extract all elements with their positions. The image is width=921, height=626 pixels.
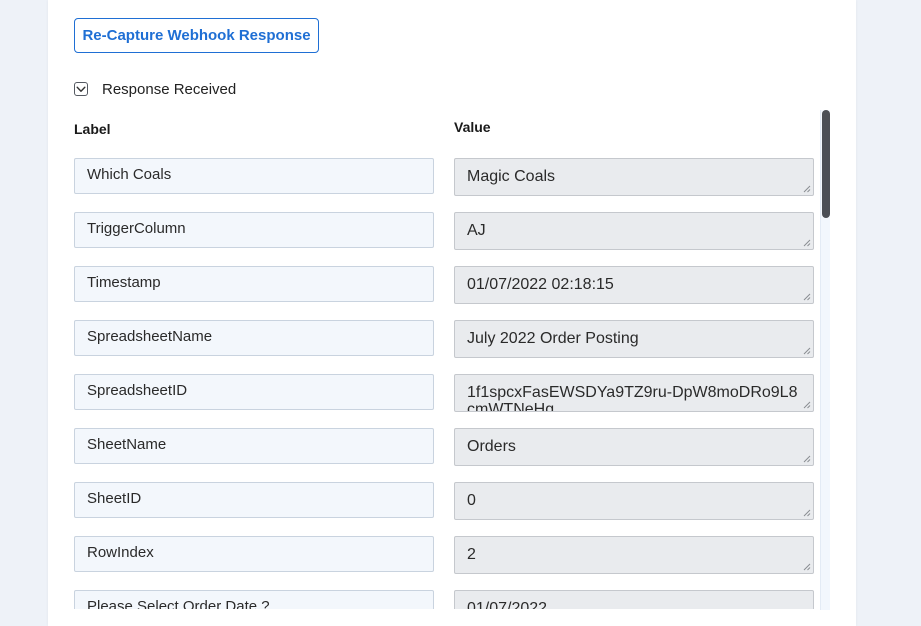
field-label-input[interactable]: SheetName: [74, 428, 434, 464]
resize-grip-icon[interactable]: [803, 293, 811, 301]
field-value-text: 01/07/2022 02:18:15: [467, 276, 614, 293]
field-value-text: July 2022 Order Posting: [467, 330, 639, 347]
response-field-row: SpreadsheetID 1f1spcxFasEWSDYa9TZ9ru-DpW…: [74, 366, 814, 412]
resize-grip-icon[interactable]: [803, 563, 811, 571]
field-value-textarea[interactable]: 01/07/2022 02:18:15: [454, 266, 814, 304]
field-value-text: AJ: [467, 222, 486, 239]
response-field-row: Which Coals Magic Coals: [74, 150, 814, 196]
field-label-input[interactable]: SpreadsheetID: [74, 374, 434, 410]
resize-grip-icon[interactable]: [803, 239, 811, 247]
field-value-text: 1f1spcxFasEWSDYa9TZ9ru-DpW8moDRo9L8cmWTN…: [467, 384, 798, 412]
field-value-text: 01/07/2022: [467, 600, 548, 609]
scrollbar-thumb[interactable]: [822, 110, 830, 218]
label-column-header: Label: [74, 121, 111, 137]
field-label-input[interactable]: SheetID: [74, 482, 434, 518]
field-label-input[interactable]: SpreadsheetName: [74, 320, 434, 356]
recapture-webhook-response-button[interactable]: Re-Capture Webhook Response: [74, 18, 319, 53]
field-value-textarea[interactable]: AJ: [454, 212, 814, 250]
field-label-input[interactable]: Timestamp: [74, 266, 434, 302]
field-label-input[interactable]: Please Select Order Date ?: [74, 590, 434, 609]
field-value-textarea[interactable]: 2: [454, 536, 814, 574]
response-field-row: SheetName Orders: [74, 420, 814, 466]
field-label-input[interactable]: TriggerColumn: [74, 212, 434, 248]
resize-grip-icon[interactable]: [803, 347, 811, 355]
response-field-row: TriggerColumn AJ: [74, 204, 814, 250]
field-value-textarea[interactable]: 01/07/2022: [454, 590, 814, 609]
field-value-textarea[interactable]: July 2022 Order Posting: [454, 320, 814, 358]
value-column-header: Value: [454, 119, 491, 135]
response-field-row: SpreadsheetName July 2022 Order Posting: [74, 312, 814, 358]
resize-grip-icon[interactable]: [803, 185, 811, 193]
response-fields-list[interactable]: Which Coals Magic Coals TriggerColumn AJ…: [74, 150, 830, 609]
webhook-response-panel: Re-Capture Webhook Response Response Rec…: [48, 0, 856, 626]
field-value-textarea[interactable]: Orders: [454, 428, 814, 466]
scrollbar-track[interactable]: [820, 110, 830, 610]
resize-grip-icon[interactable]: [803, 509, 811, 517]
field-label-input[interactable]: RowIndex: [74, 536, 434, 572]
resize-grip-icon[interactable]: [803, 401, 811, 409]
response-field-row: RowIndex 2: [74, 528, 814, 574]
response-received-toggle[interactable]: Response Received: [74, 79, 236, 99]
field-value-textarea[interactable]: 0: [454, 482, 814, 520]
field-value-text: Magic Coals: [467, 168, 556, 185]
chevron-down-icon[interactable]: [74, 82, 88, 96]
response-field-row: Timestamp 01/07/2022 02:18:15: [74, 258, 814, 304]
field-value-text: 0: [467, 492, 476, 509]
response-field-row: SheetID 0: [74, 474, 814, 520]
response-received-label: Response Received: [102, 80, 237, 98]
field-value-text: Orders: [467, 438, 516, 455]
field-value-text: 2: [467, 546, 476, 563]
response-field-row: Please Select Order Date ? 01/07/2022: [74, 582, 814, 609]
resize-grip-icon[interactable]: [803, 455, 811, 463]
field-value-textarea[interactable]: Magic Coals: [454, 158, 814, 196]
field-label-input[interactable]: Which Coals: [74, 158, 434, 194]
field-value-textarea[interactable]: 1f1spcxFasEWSDYa9TZ9ru-DpW8moDRo9L8cmWTN…: [454, 374, 814, 412]
